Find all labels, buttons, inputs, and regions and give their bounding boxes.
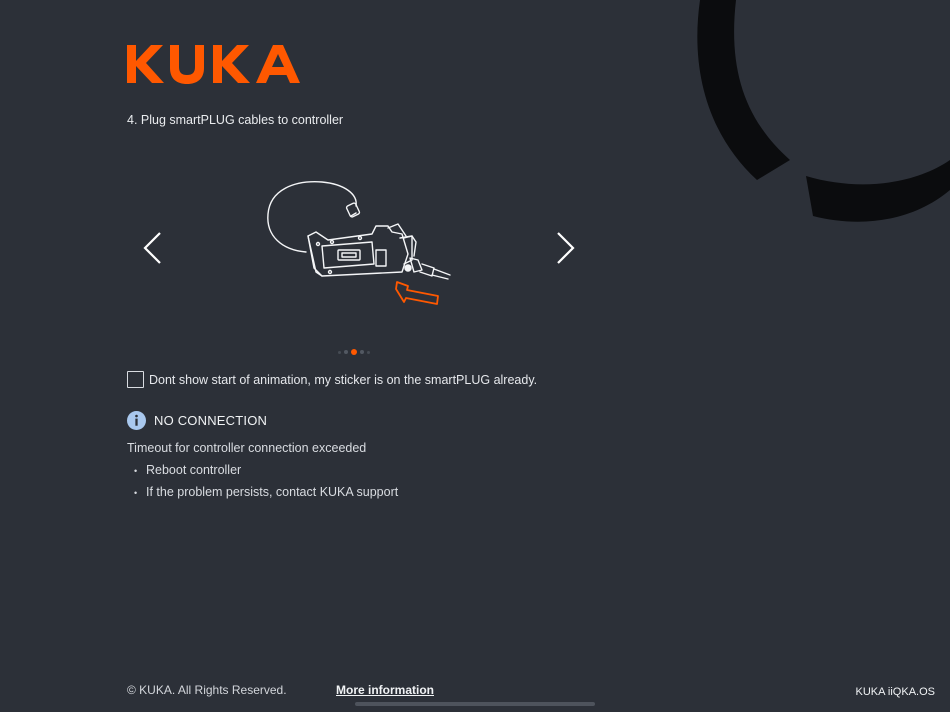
previous-step-button[interactable] — [141, 230, 165, 266]
page-dot[interactable] — [360, 350, 364, 354]
alert-header: NO CONNECTION — [127, 411, 267, 430]
copyright-text: © KUKA. All Rights Reserved. — [127, 683, 287, 697]
decorative-ring-graphic — [697, 0, 950, 222]
page-dot[interactable] — [367, 350, 370, 354]
page-dot[interactable] — [344, 350, 348, 354]
alert-steps-list: • Reboot controller • If the problem persi… — [134, 463, 398, 507]
page-dot[interactable] — [338, 350, 341, 354]
page-dot-active[interactable] — [351, 349, 357, 355]
alert-title: NO CONNECTION — [154, 413, 268, 428]
kuka-logo — [127, 45, 300, 84]
list-item: • If the problem persists, contact KUKA s… — [134, 485, 399, 499]
alert-description: Timeout for controller connection exceed… — [127, 441, 367, 455]
home-indicator[interactable] — [355, 702, 595, 706]
chevron-right-icon — [557, 232, 575, 264]
chevron-left-icon — [143, 232, 161, 264]
list-item: • Reboot controller — [134, 463, 242, 477]
list-item-text: If the problem persists, contact KUKA su… — [146, 485, 399, 499]
carousel-pagination — [338, 349, 370, 355]
os-name-label: KUKA iiQKA.OS — [855, 686, 935, 698]
skip-animation-checkbox[interactable] — [127, 371, 144, 388]
next-step-button[interactable] — [553, 230, 577, 266]
info-icon — [127, 411, 146, 430]
smartplug-cable-illustration — [267, 181, 451, 305]
skip-animation-option[interactable]: Dont show start of animation, my sticker… — [127, 371, 537, 388]
step-title: 4. Plug smartPLUG cables to controller — [127, 113, 344, 127]
skip-animation-label: Dont show start of animation, my sticker… — [149, 372, 538, 387]
list-item-text: Reboot controller — [146, 463, 242, 477]
more-information-link[interactable]: More information — [336, 683, 434, 697]
